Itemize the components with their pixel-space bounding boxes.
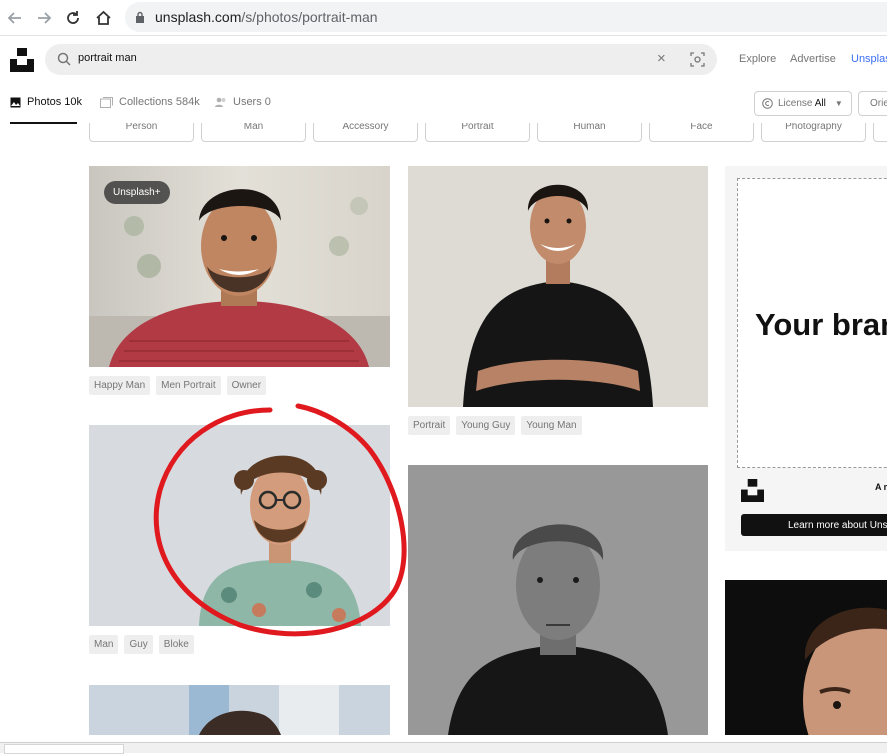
tab-photos-label: Photos 10k [27, 96, 83, 108]
nav-explore[interactable]: Explore [739, 53, 776, 65]
nav-advertise[interactable]: Advertise [790, 53, 836, 65]
site-header: portrait man × Explore Advertise Unsplas… [0, 37, 887, 83]
unsplash-logo-icon[interactable] [10, 48, 34, 72]
related-chip[interactable]: Portrait [425, 123, 530, 142]
related-chip[interactable]: Man [201, 123, 306, 142]
url-path: /s/photos/portrait-man [241, 9, 378, 25]
photo-card[interactable]: Unsplash+ [89, 166, 390, 367]
photo-image [408, 166, 708, 407]
photo-card[interactable] [89, 425, 390, 626]
home-icon[interactable] [92, 7, 114, 29]
related-chip-partial[interactable] [873, 123, 887, 142]
url-text: unsplash.com/s/photos/portrait-man [155, 9, 378, 25]
photo-card[interactable] [725, 580, 887, 735]
tab-users[interactable]: Users 0 [215, 96, 271, 108]
back-icon[interactable] [4, 7, 26, 29]
tab-users-label: Users 0 [233, 96, 271, 108]
license-prefix: License [778, 98, 813, 109]
related-chip[interactable]: Photography [761, 123, 866, 142]
ad-headline: Your brand [755, 307, 887, 342]
ad-panel: Your brand A message Learn more about Un… [725, 166, 887, 551]
related-chip[interactable]: Person [89, 123, 194, 142]
license-value: All [814, 98, 826, 109]
photo-image [408, 465, 708, 735]
clear-search-icon[interactable]: × [657, 50, 666, 67]
related-searches: Person Man Accessory Portrait Human Face… [0, 123, 887, 143]
tab-photos[interactable]: Photos 10k [10, 96, 82, 108]
related-chip[interactable]: Face [649, 123, 754, 142]
visual-search-icon[interactable] [690, 52, 705, 67]
filter-bar: Photos 10k Collections 584k Users 0 Lice… [0, 83, 887, 124]
photo-image [725, 580, 887, 735]
tab-collections[interactable]: Collections 584k [100, 96, 200, 108]
reload-icon[interactable] [62, 7, 84, 29]
forward-icon[interactable] [33, 7, 55, 29]
tag-chip[interactable]: Bloke [158, 635, 194, 654]
photo-card[interactable] [408, 166, 708, 407]
tag-chip[interactable]: Man [89, 635, 119, 654]
tag-chip[interactable]: Owner [226, 376, 267, 395]
license-label: License All [778, 98, 826, 109]
unsplash-logo-icon [741, 479, 764, 502]
tab-collections-label: Collections 584k [119, 96, 200, 108]
tag-chip[interactable]: Young Guy [456, 416, 516, 435]
photo-tags: Portrait Young Guy Young Man [408, 416, 582, 435]
address-bar[interactable]: unsplash.com/s/photos/portrait-man [125, 2, 887, 32]
tag-chip[interactable]: Men Portrait [156, 376, 221, 395]
lock-icon [136, 11, 144, 23]
collections-icon [100, 96, 113, 108]
photo-tags: Happy Man Men Portrait Owner [89, 376, 267, 395]
tag-chip[interactable]: Portrait [408, 416, 451, 435]
nav-unsplash-plus[interactable]: Unsplash+ [851, 53, 887, 65]
orientation-dropdown[interactable]: Orientation [858, 91, 887, 116]
tag-chip[interactable]: Happy Man [89, 376, 151, 395]
related-chip[interactable]: Accessory [313, 123, 418, 142]
search-bar[interactable]: portrait man × [45, 44, 717, 75]
related-chip[interactable]: Human [537, 123, 642, 142]
ad-small-text: A message [875, 482, 887, 492]
photo-image [89, 425, 390, 626]
orientation-label: Orientation [870, 98, 887, 109]
tag-chip[interactable]: Guy [124, 635, 153, 654]
photo-card[interactable] [408, 465, 708, 735]
tag-chip[interactable]: Young Man [521, 416, 582, 435]
os-taskbar [0, 742, 887, 754]
license-dropdown[interactable]: License All ▼ [754, 91, 852, 116]
users-icon [215, 97, 226, 107]
photo-image [89, 685, 390, 735]
search-icon[interactable] [57, 52, 71, 66]
ad-frame[interactable]: Your brand [737, 178, 887, 468]
photo-card[interactable] [89, 685, 390, 735]
photo-tags: Man Guy Bloke [89, 635, 194, 654]
ad-cta-button[interactable]: Learn more about Unsplash+ [741, 514, 887, 536]
browser-toolbar: unsplash.com/s/photos/portrait-man [0, 0, 887, 36]
unsplash-plus-badge: Unsplash+ [104, 181, 170, 204]
photo-icon [10, 97, 21, 107]
url-domain: unsplash.com [155, 9, 242, 25]
chevron-down-icon: ▼ [834, 99, 843, 108]
search-input[interactable]: portrait man [78, 52, 137, 64]
copyright-icon [762, 98, 773, 109]
